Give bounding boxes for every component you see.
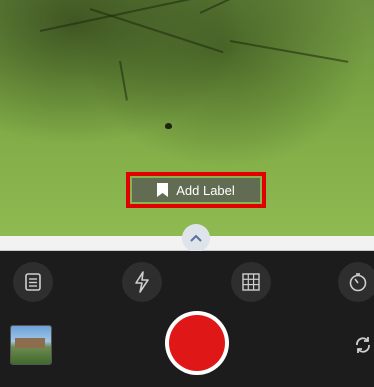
timer-button[interactable] [338,262,374,302]
chevron-up-icon [190,234,202,242]
thumbnail-preview [15,338,45,348]
notes-icon [25,273,41,291]
bookmark-icon [157,183,169,197]
shutter-button[interactable] [165,311,229,375]
add-label-button[interactable]: Add Label [132,178,260,202]
notes-button[interactable] [13,262,53,302]
grid-button[interactable] [231,262,271,302]
expand-button[interactable] [182,224,210,252]
switch-camera-icon [356,337,370,353]
flash-button[interactable] [122,262,162,302]
add-label-text: Add Label [176,182,235,198]
flash-off-icon [135,271,149,293]
switch-camera-button[interactable] [348,330,374,360]
shutter-inner [169,315,225,371]
gallery-thumbnail[interactable] [10,325,52,365]
bird [165,123,172,129]
timer-icon [349,273,367,292]
grid-icon [242,273,260,291]
